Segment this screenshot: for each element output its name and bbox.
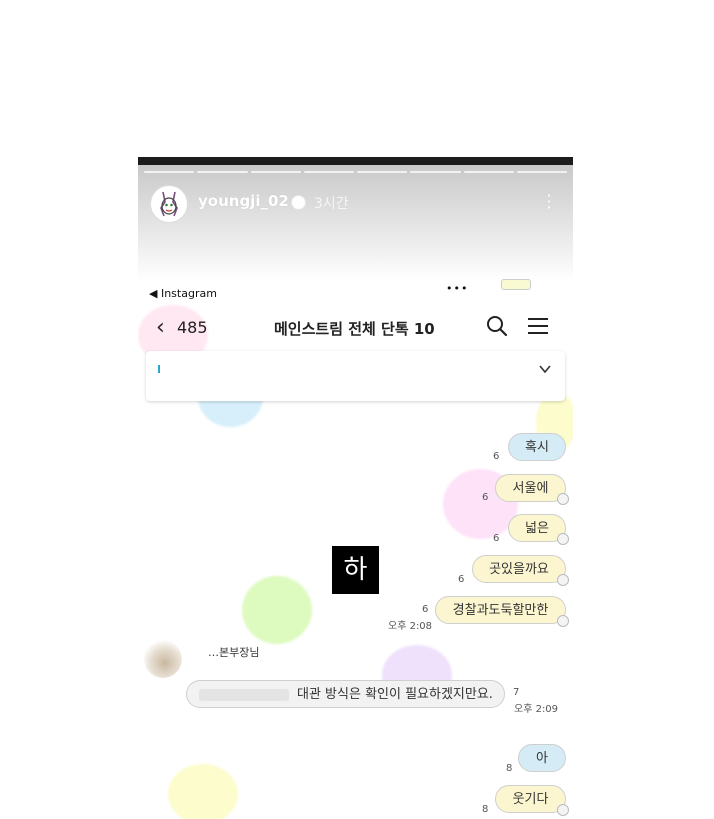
chat-title: 메인스트림 전체 단톡 10 xyxy=(274,320,435,338)
bubble-tail xyxy=(557,533,569,545)
chevron-down-icon[interactable] xyxy=(539,363,551,375)
background-blob xyxy=(242,576,312,644)
read-count: 8 xyxy=(506,763,513,774)
overlay-text-box: 하 xyxy=(332,546,379,594)
story-time-ago: 3시간 xyxy=(314,196,349,212)
search-icon[interactable] xyxy=(486,315,508,337)
story-top-bar xyxy=(138,157,573,165)
more-vertical-icon[interactable]: · · · xyxy=(545,188,553,216)
story-avatar[interactable] xyxy=(150,185,188,223)
read-count: 6 xyxy=(493,451,500,462)
signal-icon: ••• xyxy=(446,282,469,295)
back-unread-count[interactable]: 485 xyxy=(177,318,208,337)
redacted-text xyxy=(199,688,289,701)
story-header: youngji_02 3시간 · · · xyxy=(138,165,573,281)
message-text: 대관 방식은 확인이 필요하겠지만요. xyxy=(297,687,493,702)
message-bubble[interactable]: 곳있을까요 xyxy=(472,555,566,583)
read-count: 6 xyxy=(458,574,465,585)
back-to-instagram-link[interactable]: ◀ Instagram xyxy=(149,287,217,300)
message-bubble[interactable]: 혹시 xyxy=(508,433,566,461)
chat-header: ‹ 485 메인스트림 전체 단톡 10 xyxy=(138,307,573,347)
message-bubble[interactable]: 경찰과도둑할만한 xyxy=(435,596,566,624)
read-count: 6 xyxy=(493,533,500,544)
avatar[interactable] xyxy=(144,640,182,678)
message-bubble[interactable]: 서울에 xyxy=(495,474,566,502)
notice-banner[interactable] xyxy=(146,351,565,401)
message-time: 오후 2:09 xyxy=(514,704,559,715)
read-count: 7 xyxy=(513,687,520,698)
battery-icon xyxy=(501,279,531,290)
story-frame: youngji_02 3시간 · · · ◀ Instagram ••• ‹ 485… xyxy=(138,157,573,819)
bubble-tail xyxy=(557,493,569,505)
bubble-tail xyxy=(557,574,569,586)
read-count: 8 xyxy=(482,804,489,815)
sender-name: …본부장님 xyxy=(208,646,260,659)
message-bubble[interactable]: 대관 방식은 확인이 필요하겠지만요. xyxy=(186,680,505,708)
chevron-left-icon[interactable]: ‹ xyxy=(156,315,165,340)
menu-icon[interactable] xyxy=(527,317,549,335)
message-bubble[interactable]: 웃기다 xyxy=(495,785,566,813)
bubble-tail xyxy=(557,804,569,816)
background-blob xyxy=(168,764,238,819)
bubble-tail xyxy=(557,615,569,627)
read-count: 6 xyxy=(482,492,489,503)
message-bubble[interactable]: 아 xyxy=(518,744,566,772)
notice-mark xyxy=(158,365,160,373)
read-count: 6 xyxy=(422,604,429,615)
story-progress-bar xyxy=(144,171,567,173)
verified-badge-icon xyxy=(291,195,306,210)
message-time: 오후 2:08 xyxy=(388,621,433,632)
story-username[interactable]: youngji_02 xyxy=(198,192,289,210)
